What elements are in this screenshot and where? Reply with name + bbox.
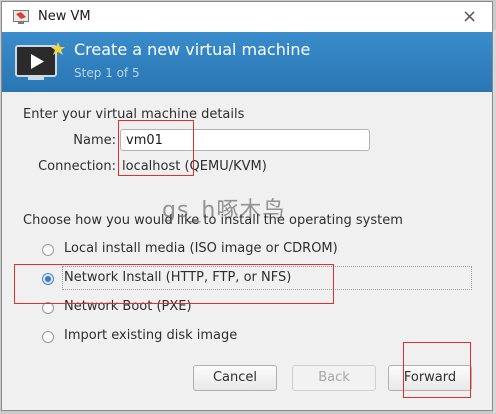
details-section-label: Enter your virtual machine details	[23, 107, 245, 122]
radio-button-selected[interactable]	[42, 273, 54, 285]
new-vm-window: New VM × Create a new virtual machine St…	[1, 1, 493, 411]
forward-button[interactable]: Forward	[388, 365, 472, 391]
option-label: Import existing disk image	[64, 328, 238, 343]
cancel-button[interactable]: Cancel	[193, 365, 277, 391]
connection-value: localhost (QEMU/KVM)	[122, 159, 267, 174]
radio-button[interactable]	[42, 302, 54, 314]
radio-button[interactable]	[42, 244, 54, 256]
radio-button[interactable]	[42, 331, 54, 343]
option-label: Network Install (HTTP, FTP, or NFS)	[64, 270, 292, 285]
install-section-label: Choose how you would like to install the…	[23, 213, 403, 228]
virt-manager-app-icon	[13, 10, 29, 24]
close-icon[interactable]: ×	[462, 6, 477, 27]
name-input[interactable]	[120, 129, 370, 151]
connection-label: Connection:	[38, 159, 116, 174]
option-label: Network Boot (PXE)	[64, 299, 192, 314]
back-button[interactable]: Back	[292, 365, 376, 391]
monitor-play-icon	[15, 42, 65, 80]
wizard-step-indicator: Step 1 of 5	[74, 66, 140, 80]
wizard-header: Create a new virtual machine Step 1 of 5	[2, 32, 492, 92]
name-label: Name:	[73, 133, 116, 148]
wizard-title: Create a new virtual machine	[74, 40, 311, 59]
title-bar: New VM ×	[2, 2, 492, 32]
window-title: New VM	[38, 9, 91, 24]
option-label: Local install media (ISO image or CDROM)	[64, 241, 338, 256]
